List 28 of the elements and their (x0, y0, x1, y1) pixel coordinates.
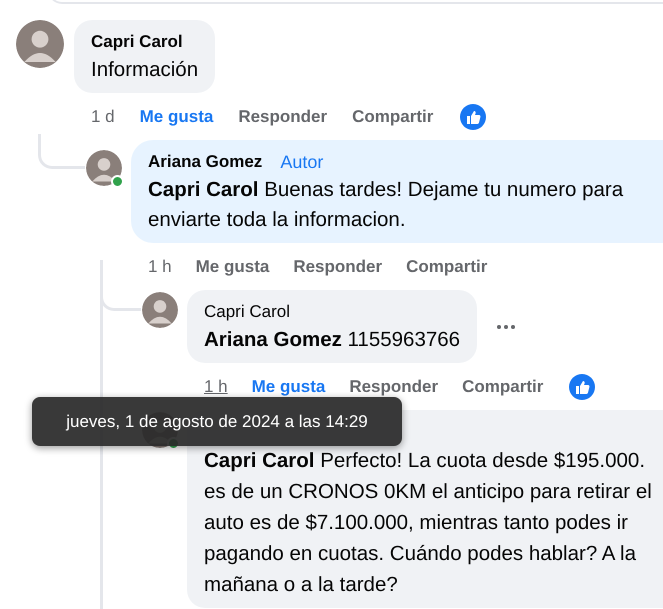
action-link[interactable]: Me gusta (140, 107, 214, 127)
action-link[interactable]: Me gusta (252, 377, 326, 397)
avatar-icon[interactable] (16, 20, 64, 68)
avatar-icon[interactable] (142, 292, 178, 328)
comment-text: Capri Carol Buenas tardes! Dejame tu numero para enviarte toda la informacion. (148, 177, 624, 233)
action-link[interactable]: Compartir (406, 257, 488, 277)
thread-line (38, 134, 85, 169)
avatar-icon[interactable] (86, 150, 122, 186)
thumbs-up-icon[interactable] (460, 104, 486, 130)
author-name[interactable]: Capri Carol (91, 32, 183, 52)
action-link[interactable]: Responder (238, 107, 328, 127)
comment-text: Información (91, 57, 198, 83)
timestamp-link[interactable]: 1 d (91, 107, 115, 127)
action-link[interactable]: Compartir (352, 107, 434, 127)
more-options-icon[interactable] (496, 324, 516, 330)
timestamp-link[interactable]: 1 h (148, 257, 172, 277)
timestamp-link[interactable]: 1 h (204, 377, 228, 397)
action-link[interactable]: Compartir (462, 377, 544, 397)
author-name[interactable]: Ariana Gomez (148, 152, 262, 172)
author-label: Autor (280, 152, 324, 172)
action-link[interactable]: Responder (293, 257, 382, 277)
action-link[interactable]: Responder (349, 377, 438, 397)
action-link[interactable]: Me gusta (196, 257, 270, 277)
timestamp-tooltip: jueves, 1 de agosto de 2024 a las 14:29 (32, 397, 402, 446)
comment-text: Ariana Gomez 1155963766 (204, 327, 460, 353)
author-name[interactable]: Capri Carol (204, 302, 290, 322)
thumbs-up-icon[interactable] (569, 374, 596, 400)
comment-text: Capri Carol Perfecto! La cuota desde $195.000. es de un CRONOS 0KM el anticipo para retirar el auto es de $7.100.000, mientras tanto podes ir pagando en cuotas. Cuándo podes hablar? A la mañana o a la tarde? (204, 448, 653, 598)
